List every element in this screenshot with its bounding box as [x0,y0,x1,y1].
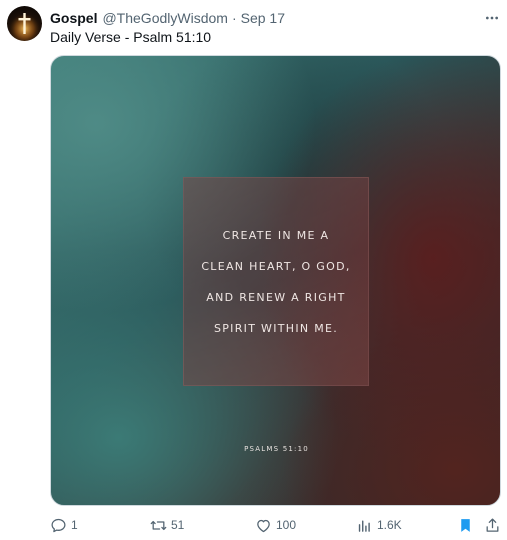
verse-line: SPIRIT WITHIN ME. [213,321,339,335]
reply-button[interactable]: 1 [50,515,78,535]
tweet-header: Gospel @TheGodlyWisdom · Sep 17 [50,9,285,27]
more-icon [486,16,498,20]
like-button[interactable]: 100 [255,515,296,535]
retweet-button[interactable]: 51 [150,515,184,535]
views-count: 1.6K [377,518,402,532]
like-count: 100 [276,518,297,532]
verse-box: CREATE IN ME A CLEAN HEART, O GOD, AND R… [183,177,369,386]
reply-icon [51,518,66,532]
share-icon [486,517,499,532]
tweet-date[interactable]: Sep 17 [241,10,285,26]
verse-reference: PSALMS 51:10 [244,445,309,453]
tweet-image[interactable]: CREATE IN ME A CLEAN HEART, O GOD, AND R… [50,55,501,506]
tweet-text: Daily Verse - Psalm 51:10 [50,29,212,45]
verse-line: CREATE IN ME A [222,228,330,242]
retweet-count: 51 [171,518,185,532]
tweet[interactable]: Gospel @TheGodlyWisdom · Sep 17 Daily Ve… [0,0,507,540]
reply-count: 1 [71,518,78,532]
views-button[interactable]: 1.6K [356,515,402,535]
bookmark-icon [461,518,470,532]
avatar[interactable] [7,6,42,41]
author-name[interactable]: Gospel [50,10,97,26]
retweet-icon [150,520,167,530]
heart-icon [257,519,270,532]
action-bar: 1 51 100 1.6K [0,515,507,535]
verse-line: CLEAN HEART, O GOD, [201,259,351,273]
author-handle[interactable]: @TheGodlyWisdom [102,10,227,26]
separator-dot: · [231,10,237,26]
more-options-button[interactable] [482,8,502,28]
share-button[interactable] [484,515,501,535]
cross-icon [7,6,42,41]
verse-line: AND RENEW A RIGHT [206,290,346,304]
views-icon [358,520,370,532]
bookmark-button[interactable] [457,515,474,535]
